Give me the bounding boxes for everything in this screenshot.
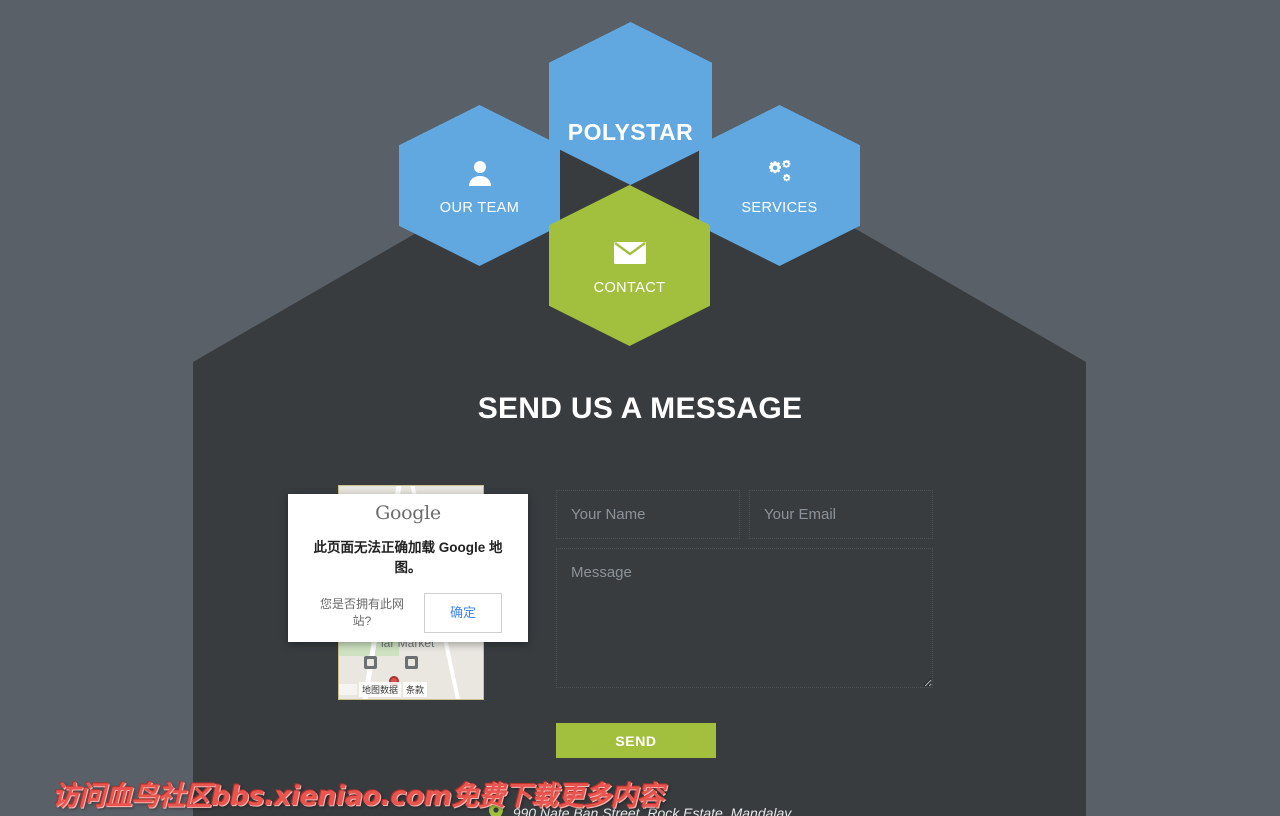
page-title: SEND US A MESSAGE (477, 392, 803, 425)
gears-icon (765, 156, 795, 190)
message-textarea[interactable] (556, 548, 933, 688)
dialog-actions: 您是否拥有此网站? 确定 (288, 593, 528, 634)
hex-label-services: SERVICES (741, 199, 818, 216)
name-input[interactable] (556, 490, 740, 539)
hex-label-contact: CONTACT (593, 279, 666, 296)
watermark-text: 访问血鸟社区bbs.xieniao.com免费下载更多内容 (52, 781, 664, 812)
dialog-question: 您是否拥有此网站? (319, 597, 404, 629)
dialog-message: 此页面无法正确加载 Google 地图。 (313, 540, 503, 575)
envelope-icon (613, 236, 646, 270)
user-icon (467, 156, 493, 190)
map-attrib-data[interactable]: 地图数据 (359, 682, 402, 697)
contact-form: SEND (556, 490, 933, 758)
map-transit-icon (405, 656, 418, 669)
dialog-ok-button[interactable]: 确定 (424, 593, 502, 634)
map-attrib-spacer (339, 684, 357, 695)
map-transit-icon (364, 656, 377, 669)
hex-label-our-team: OUR TEAM (439, 199, 520, 216)
form-row-top (556, 490, 933, 539)
google-logo: Google (375, 502, 441, 524)
google-maps-error-dialog: Google 此页面无法正确加载 Google 地图。 您是否拥有此网站? 确定 (288, 494, 528, 642)
send-button[interactable]: SEND (556, 723, 716, 758)
map-attribution: 地图数据 条款 (339, 682, 483, 697)
map-attrib-terms[interactable]: 条款 (403, 682, 428, 697)
brand-title: POLYSTAR (567, 119, 694, 145)
email-input[interactable] (749, 490, 933, 539)
page-root: POLYSTAR OUR TEAM SERVICES CONTACT SEND … (0, 0, 1280, 816)
